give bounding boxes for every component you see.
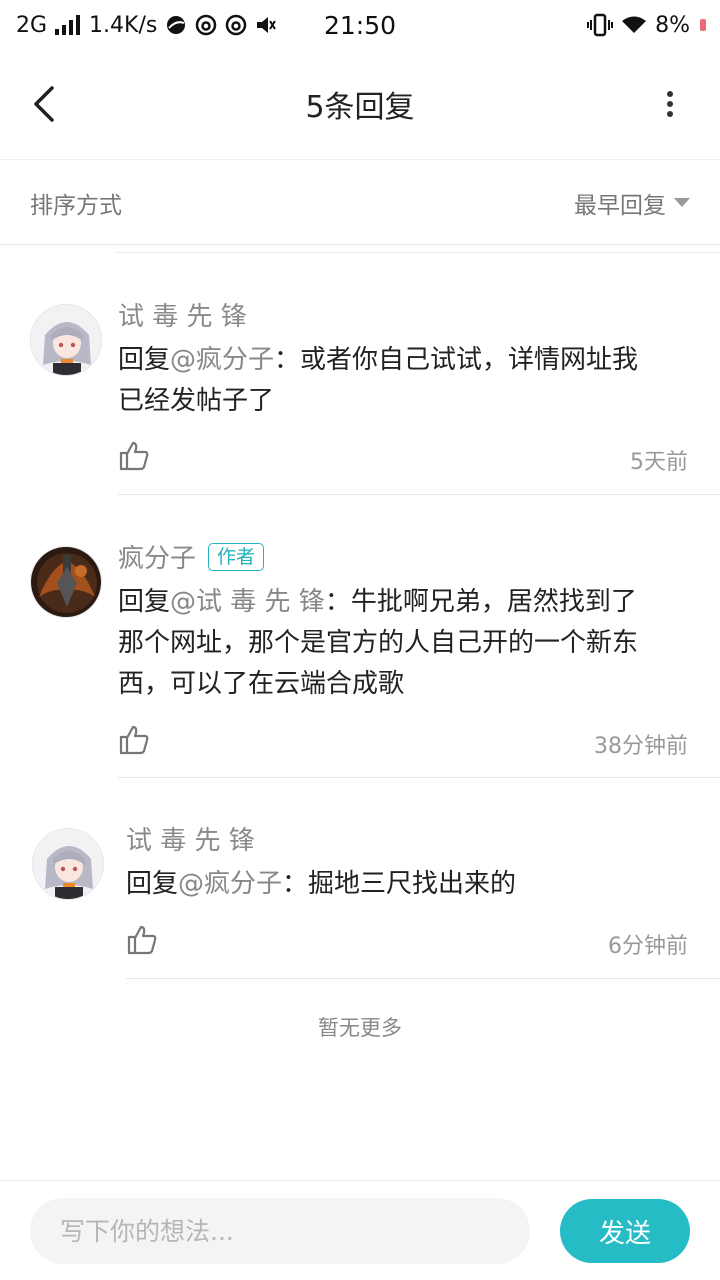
reply-text-line: 西，可以了在云端合成歌 — [118, 669, 405, 699]
divider — [118, 494, 720, 495]
reply-text-line: ：掘地三尺找出来的 — [282, 869, 517, 899]
vibrate-icon — [587, 13, 614, 37]
mention-link[interactable]: @试 毒 先 锋 — [170, 587, 325, 617]
send-button[interactable]: 发送 — [560, 1199, 690, 1263]
username-text: 试 毒 先 锋 — [118, 302, 247, 332]
mention-link[interactable]: @疯分子 — [178, 869, 282, 899]
status-right: 8% — [587, 13, 706, 38]
composer-bar: 发送 — [0, 1180, 720, 1280]
username[interactable]: 疯分子 作者 — [118, 538, 265, 575]
thumb-up-icon — [127, 925, 157, 955]
reply-text-line: ：牛批啊兄弟，居然找到了 — [324, 587, 637, 617]
reply-text: 回复@疯分子：或者你自己试试，详情网址我 已经发帖子了 — [118, 340, 688, 422]
wifi-icon — [621, 15, 647, 35]
thumb-up-icon — [119, 725, 149, 755]
reply-text-line: 那个网址，那个是官方的人自己开的一个新东 — [118, 628, 639, 658]
like-button[interactable] — [118, 724, 150, 756]
reply-prefix: 回复 — [118, 345, 171, 375]
reply-text-line: 已经发帖子了 — [118, 386, 275, 416]
username[interactable]: 试 毒 先 锋 — [126, 820, 255, 857]
thumb-up-icon — [119, 441, 149, 471]
sort-label: 排序方式 — [30, 192, 122, 219]
status-left: 2G 1.4K/s — [16, 13, 277, 38]
divider — [126, 978, 720, 979]
avatar[interactable] — [30, 546, 102, 618]
battery-icon — [700, 19, 706, 31]
reply-prefix: 回复 — [126, 869, 179, 899]
author-badge: 作者 — [208, 542, 265, 571]
battery-level: 8% — [655, 12, 690, 38]
like-button[interactable] — [118, 440, 150, 472]
reply-text-line: ：或者你自己试试，详情网址我 — [274, 345, 639, 375]
timestamp: 38分钟前 — [594, 734, 688, 759]
mute-icon — [255, 14, 277, 36]
like-button[interactable] — [126, 924, 158, 956]
music-app-icon-2 — [225, 14, 247, 36]
avatar[interactable] — [32, 828, 104, 900]
sort-dropdown[interactable]: 最早回复 — [574, 186, 690, 220]
no-more-text: 暂无更多 — [318, 1016, 402, 1040]
sort-selected-value: 最早回复 — [574, 192, 666, 219]
header: 5条回复 — [0, 50, 720, 160]
more-vertical-icon — [667, 91, 673, 117]
username-text: 试 毒 先 锋 — [126, 826, 255, 856]
username-text: 疯分子 — [118, 544, 197, 574]
network-type: 2G — [16, 12, 48, 38]
caret-down-icon — [674, 198, 690, 207]
app-notification-icon — [165, 14, 187, 36]
page-title: 5条回复 — [305, 90, 415, 125]
divider — [118, 777, 720, 778]
signal-icon — [55, 15, 81, 35]
reply-text: 回复@疯分子：掘地三尺找出来的 — [126, 864, 686, 905]
screen: 2G 1.4K/s 21:50 8% 5条回复 排序方式 最早回复 试 毒 先 … — [0, 0, 720, 1280]
comment-input[interactable] — [30, 1198, 530, 1264]
more-options-button[interactable] — [656, 82, 684, 126]
timestamp: 6分钟前 — [608, 934, 688, 959]
sort-bar: 排序方式 最早回复 — [0, 161, 720, 245]
divider — [116, 252, 720, 253]
username[interactable]: 试 毒 先 锋 — [118, 296, 247, 333]
mention-link[interactable]: @疯分子 — [170, 345, 274, 375]
avatar[interactable] — [30, 304, 102, 376]
reply-text: 回复@试 毒 先 锋：牛批啊兄弟，居然找到了 那个网址，那个是官方的人自己开的一… — [118, 582, 698, 705]
network-speed: 1.4K/s — [89, 12, 158, 38]
status-bar: 2G 1.4K/s 21:50 8% — [0, 0, 720, 50]
timestamp: 5天前 — [630, 450, 688, 475]
reply-prefix: 回复 — [118, 587, 171, 617]
music-app-icon — [195, 14, 217, 36]
